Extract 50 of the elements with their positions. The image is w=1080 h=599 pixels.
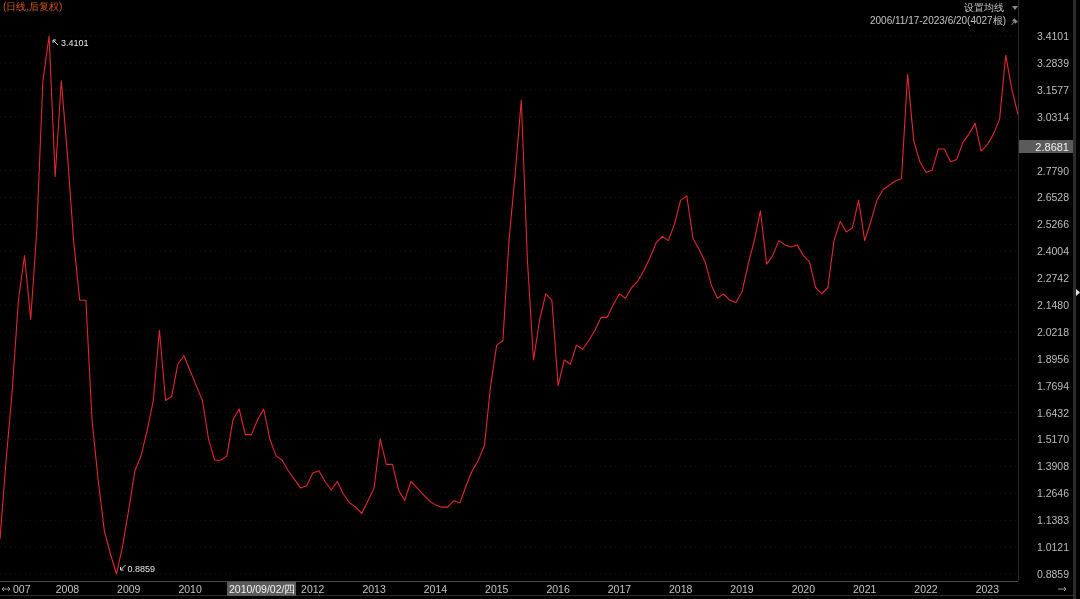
y-axis-label: 3.1577	[1036, 83, 1069, 96]
ma-settings-dropdown[interactable]: 设置均线	[964, 2, 1018, 14]
triangle-right-icon[interactable]	[1076, 288, 1080, 296]
y-axis-label: 2.4004	[1036, 245, 1069, 258]
up-left-arrow-icon	[52, 39, 59, 46]
y-axis-label: 1.5170	[1036, 433, 1069, 446]
x-axis-label: 2014	[423, 583, 448, 595]
down-left-arrow-icon	[120, 564, 126, 571]
y-axis-label: 2.2742	[1036, 272, 1069, 285]
x-axis-label: 2013	[362, 583, 386, 595]
x-axis-label: 2021	[853, 583, 877, 595]
pin-icon[interactable]	[1011, 17, 1018, 25]
y-axis-label: 0.8859	[1036, 568, 1069, 580]
y-axis-label: 1.0121	[1036, 541, 1069, 554]
x-axis-label: 2012	[301, 583, 325, 595]
y-axis-label: 3.4101	[1036, 30, 1069, 42]
x-axis-label: 2016	[546, 583, 570, 595]
x-axis-label: 2020	[791, 583, 816, 595]
y-axis-label: 1.7694	[1036, 379, 1069, 392]
caret-icon	[1012, 6, 1018, 10]
y-axis-label: 2.6528	[1036, 191, 1069, 204]
x-axis-label: 2023	[975, 583, 999, 595]
x-axis-label: 2019	[730, 583, 754, 595]
x-axis-label: 007	[13, 583, 31, 595]
y-axis-label: 3.2839	[1036, 56, 1069, 69]
x-axis-label: 2015	[485, 583, 509, 595]
y-axis-label: 3.0314	[1036, 110, 1069, 123]
x-axis-label: 2010	[178, 583, 202, 595]
x-axis-label: 2008	[55, 583, 80, 595]
date-readout-label: 2010/09/02/四	[227, 582, 296, 596]
double-arrow-icon[interactable]	[1, 586, 11, 592]
y-axis-label: 1.6432	[1036, 406, 1069, 419]
x-axis-label: 2017	[607, 583, 632, 595]
y-axis-label: 2.0218	[1036, 325, 1069, 338]
max-price-label: 3.4101	[61, 38, 89, 48]
y-axis-label: 1.3908	[1036, 460, 1069, 473]
y-axis-label: 1.2646	[1036, 487, 1069, 500]
y-axis-label: 1.1383	[1036, 514, 1069, 527]
y-axis-label: 1.8956	[1036, 352, 1069, 365]
x-axis-label: 2009	[117, 583, 141, 595]
y-axis-label: 2.7790	[1036, 164, 1069, 177]
price-readout-label: 2.8681	[1019, 140, 1073, 153]
right-arrow-icon[interactable]	[1057, 586, 1067, 592]
min-price-label: 0.8859	[127, 564, 156, 574]
y-axis-label: 2.1480	[1036, 299, 1069, 311]
chart-title: (日线,后复权)	[3, 1, 63, 13]
x-axis-label: 2018	[669, 583, 693, 595]
x-axis-label: 2022	[914, 583, 938, 595]
y-axis-label: 2.5266	[1036, 218, 1069, 231]
date-range-text: 2006/11/17-2023/6/20(4027根)	[869, 15, 1006, 27]
